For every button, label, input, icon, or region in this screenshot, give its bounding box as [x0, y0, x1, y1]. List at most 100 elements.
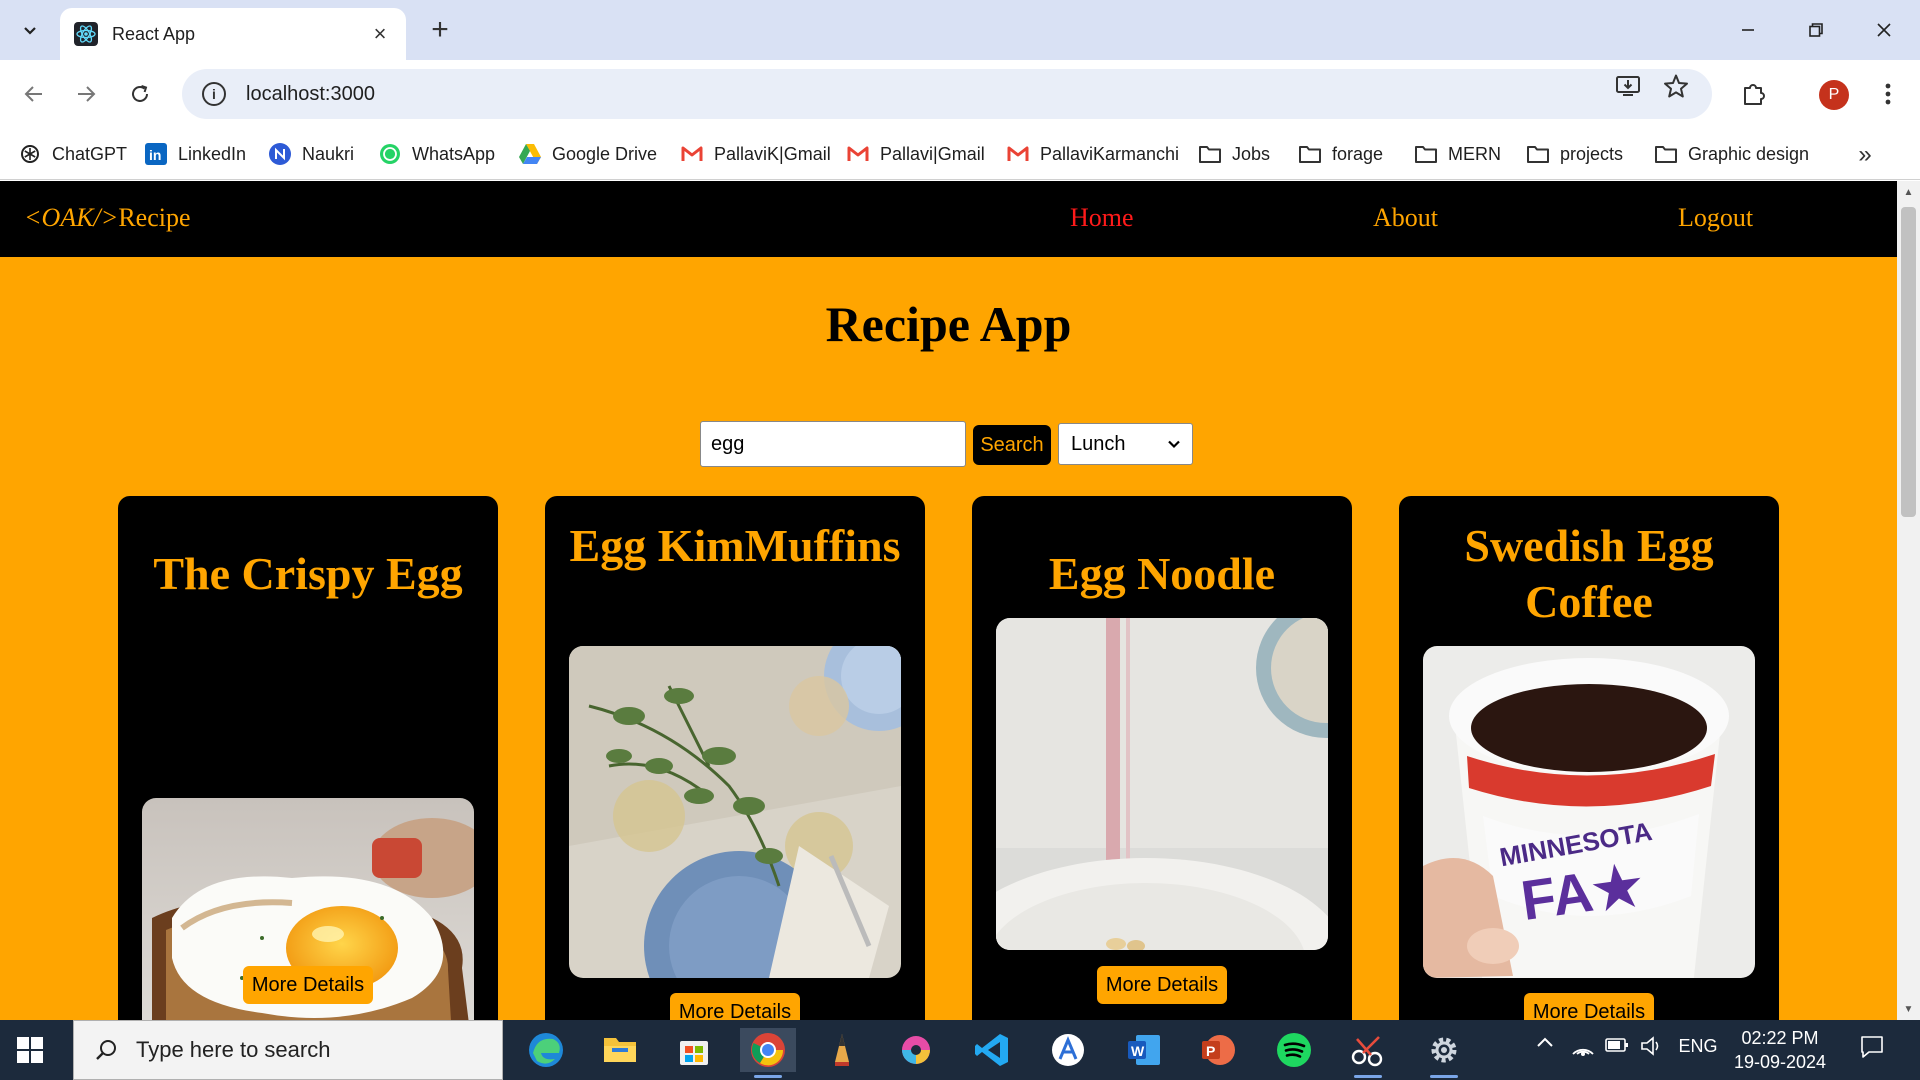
recipe-image[interactable]: [569, 646, 901, 978]
brand-logo[interactable]: <OAK/>Recipe: [24, 203, 191, 233]
minimize-button[interactable]: [1726, 10, 1770, 50]
nav-about[interactable]: About: [1373, 203, 1438, 233]
nav-home[interactable]: Home: [1070, 203, 1134, 233]
bookmark-pallavik-gmail[interactable]: PallaviK|Gmail: [680, 138, 831, 170]
more-details-button[interactable]: More Details: [243, 966, 373, 1004]
scroll-up-arrow[interactable]: ▲: [1902, 185, 1915, 199]
more-details-button[interactable]: More Details: [1524, 993, 1654, 1020]
active-indicator: [754, 1075, 782, 1078]
recipe-image[interactable]: [996, 618, 1328, 950]
recipe-title: Swedish Egg Coffee: [1464, 520, 1714, 627]
page-viewport: <OAK/>Recipe Home About Logout Recipe Ap…: [0, 181, 1897, 1020]
page-title: Recipe App: [825, 296, 1072, 352]
new-tab-button[interactable]: +: [424, 13, 456, 46]
a-logo-icon: [1052, 1034, 1084, 1066]
page-scrollbar[interactable]: ▲ ▼: [1897, 181, 1920, 1020]
install-app-button[interactable]: [1614, 72, 1642, 100]
install-icon: [1616, 76, 1640, 96]
recipe-title: Egg KimMuffins: [569, 520, 901, 571]
more-details-button[interactable]: More Details: [1097, 966, 1227, 1004]
search-input[interactable]: [700, 421, 966, 467]
close-icon[interactable]: ×: [368, 21, 392, 46]
bookmark-star-button[interactable]: [1662, 72, 1690, 100]
star-icon: [1664, 74, 1688, 98]
network-status[interactable]: [1570, 1036, 1596, 1058]
bookmark-whatsapp[interactable]: WhatsApp: [378, 138, 495, 170]
bookmark-chatgpt[interactable]: ChatGPT: [18, 138, 127, 170]
restore-icon: [1809, 23, 1823, 37]
scrollbar-thumb[interactable]: [1901, 207, 1916, 517]
back-button[interactable]: [14, 74, 54, 114]
browser-menu-button[interactable]: [1872, 78, 1904, 110]
taskbar-chrome[interactable]: [740, 1028, 796, 1078]
close-window-button[interactable]: [1862, 10, 1906, 50]
taskbar-edge[interactable]: [518, 1028, 574, 1072]
scroll-down-arrow[interactable]: ▼: [1902, 1002, 1915, 1016]
browser-toolbar: i localhost:3000 P: [0, 60, 1920, 128]
browser-tab[interactable]: React App ×: [60, 8, 406, 60]
minimize-icon: [1742, 29, 1754, 31]
system-clock[interactable]: 02:22 PM 19-09-2024: [1725, 1026, 1835, 1074]
taskbar-store[interactable]: [666, 1028, 722, 1072]
bookmark-projects[interactable]: projects: [1526, 138, 1623, 170]
gear-icon: [1431, 1037, 1457, 1063]
store-icon: [680, 1041, 708, 1065]
notification-center[interactable]: [1854, 1034, 1890, 1060]
windows-start-icon[interactable]: [16, 1036, 44, 1064]
taskbar-pencil-app[interactable]: [814, 1028, 870, 1072]
show-hidden-icons[interactable]: [1534, 1036, 1556, 1048]
nav-logout[interactable]: Logout: [1678, 203, 1753, 233]
address-bar[interactable]: i localhost:3000: [182, 69, 1712, 119]
volume-control[interactable]: [1638, 1036, 1664, 1056]
arrow-left-icon: [24, 86, 42, 102]
bookmark-pallavi-gmail[interactable]: Pallavi|Gmail: [846, 138, 985, 170]
bookmark-forage[interactable]: forage: [1298, 138, 1383, 170]
bookmark-pallavikarmanchi[interactable]: PallaviKarmanchi: [1006, 138, 1179, 170]
double-chevron-right-icon: »: [1858, 141, 1872, 168]
taskbar-snipping-tool[interactable]: [1340, 1028, 1396, 1078]
windows-taskbar: Type here to search W P ENG 02:22 PM 19-…: [0, 1020, 1920, 1080]
bookmark-graphic-design[interactable]: Graphic design: [1654, 138, 1809, 170]
taskbar-color-app[interactable]: [888, 1028, 944, 1072]
more-details-button[interactable]: More Details: [670, 993, 800, 1020]
app-navbar: <OAK/>Recipe Home About Logout: [0, 181, 1897, 257]
folder-icon: [1198, 142, 1222, 166]
reload-icon: [132, 85, 148, 102]
reload-button[interactable]: [120, 74, 160, 114]
site-info-icon[interactable]: i: [202, 82, 226, 106]
taskbar-search[interactable]: Type here to search: [73, 1020, 503, 1080]
taskbar-powerpoint[interactable]: P: [1190, 1028, 1246, 1072]
forward-button[interactable]: [66, 74, 106, 114]
color-wheel-icon: [902, 1036, 930, 1064]
close-icon: [1877, 23, 1891, 37]
pencil-icon: [835, 1034, 849, 1066]
taskbar-word[interactable]: W: [1116, 1028, 1172, 1072]
battery-status[interactable]: [1604, 1036, 1630, 1054]
recipe-image[interactable]: MINNESOTA FA★: [1423, 646, 1755, 978]
tab-search-button[interactable]: [12, 12, 48, 48]
bookmark-naukri[interactable]: Naukri: [268, 138, 354, 170]
plus-icon: +: [431, 13, 449, 46]
restore-button[interactable]: [1794, 10, 1838, 50]
search-icon: [96, 1040, 116, 1060]
language-indicator[interactable]: ENG: [1676, 1036, 1720, 1057]
taskbar-spotify[interactable]: [1266, 1028, 1322, 1072]
whatsapp-icon: [378, 142, 402, 166]
profile-avatar[interactable]: P: [1819, 80, 1849, 110]
speaker-icon: [1641, 1036, 1659, 1056]
linkedin-icon: in: [144, 142, 168, 166]
taskbar-app-icon[interactable]: [1040, 1028, 1096, 1072]
bookmark-mern[interactable]: MERN: [1414, 138, 1501, 170]
taskbar-settings[interactable]: [1416, 1028, 1472, 1078]
bookmark-jobs[interactable]: Jobs: [1198, 138, 1270, 170]
meal-type-select[interactable]: Lunch: [1058, 423, 1193, 465]
clock-time: 02:22 PM: [1741, 1028, 1819, 1048]
extensions-button[interactable]: [1738, 78, 1770, 110]
taskbar-file-explorer[interactable]: [592, 1028, 648, 1072]
bookmark-google-drive[interactable]: Google Drive: [518, 138, 657, 170]
search-button[interactable]: Search: [973, 425, 1051, 465]
spotify-icon: [1277, 1033, 1311, 1067]
taskbar-vscode[interactable]: [964, 1028, 1020, 1072]
more-bookmarks-button[interactable]: »: [1850, 141, 1880, 168]
bookmark-linkedin[interactable]: in LinkedIn: [144, 138, 246, 170]
